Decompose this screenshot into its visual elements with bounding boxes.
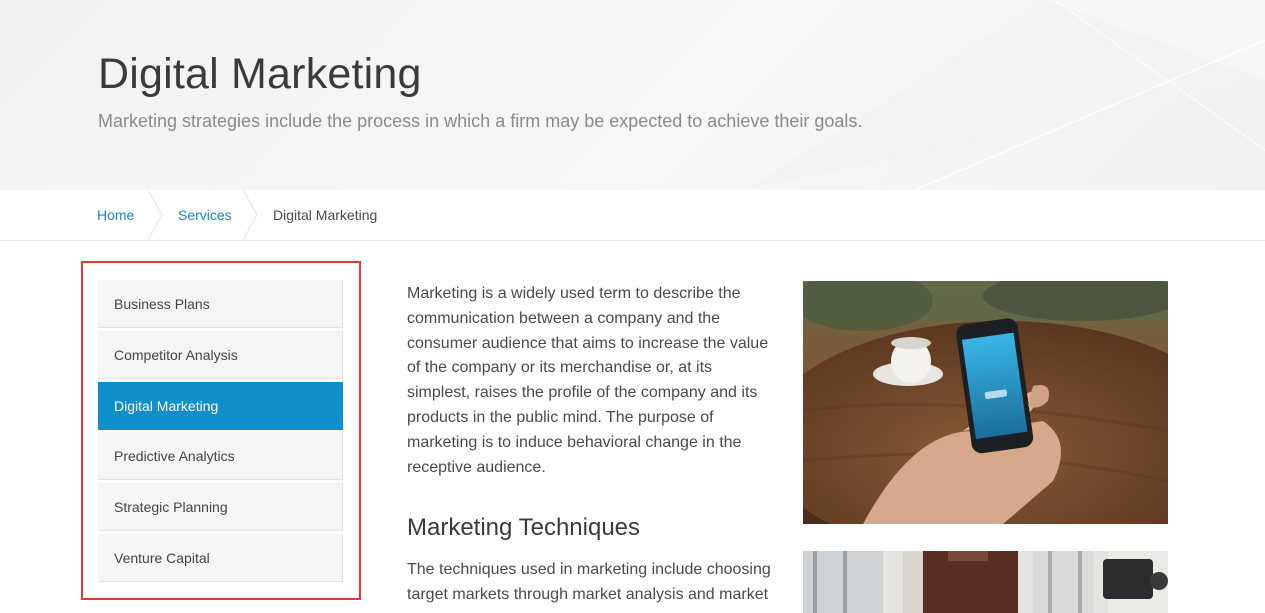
article-content: Marketing is a widely used term to descr… <box>407 280 777 608</box>
breadcrumb-separator-icon <box>243 190 258 240</box>
header-background-pattern <box>745 0 1265 190</box>
breadcrumb-current: Digital Marketing <box>273 207 378 223</box>
breadcrumb-services[interactable]: Services <box>178 190 232 240</box>
breadcrumb-home[interactable]: Home <box>97 190 134 240</box>
page-header: Digital Marketing Marketing strategies i… <box>0 0 1265 190</box>
section-body: The techniques used in marketing include… <box>407 561 771 604</box>
sidebar-item-competitor-analysis[interactable]: Competitor Analysis <box>98 331 343 379</box>
sidebar-item-strategic-planning[interactable]: Strategic Planning <box>98 483 343 531</box>
article-intro: Marketing is a widely used term to descr… <box>407 285 769 476</box>
sidebar-item-digital-marketing[interactable]: Digital Marketing <box>98 382 343 430</box>
page-subtitle: Marketing strategies include the process… <box>98 111 863 131</box>
page-title: Digital Marketing <box>98 50 422 98</box>
sidebar-item-business-plans[interactable]: Business Plans <box>98 280 343 328</box>
breadcrumb-separator-icon <box>148 190 163 240</box>
breadcrumb: Home Services Digital Marketing <box>0 190 1265 241</box>
hand-holding-smartphone-photo <box>803 281 1168 524</box>
sidebar-item-predictive-analytics[interactable]: Predictive Analytics <box>98 432 343 480</box>
person-in-room-photo <box>803 551 1168 613</box>
sidebar-item-venture-capital[interactable]: Venture Capital <box>98 534 343 582</box>
section-heading: Marketing Techniques <box>407 514 641 542</box>
